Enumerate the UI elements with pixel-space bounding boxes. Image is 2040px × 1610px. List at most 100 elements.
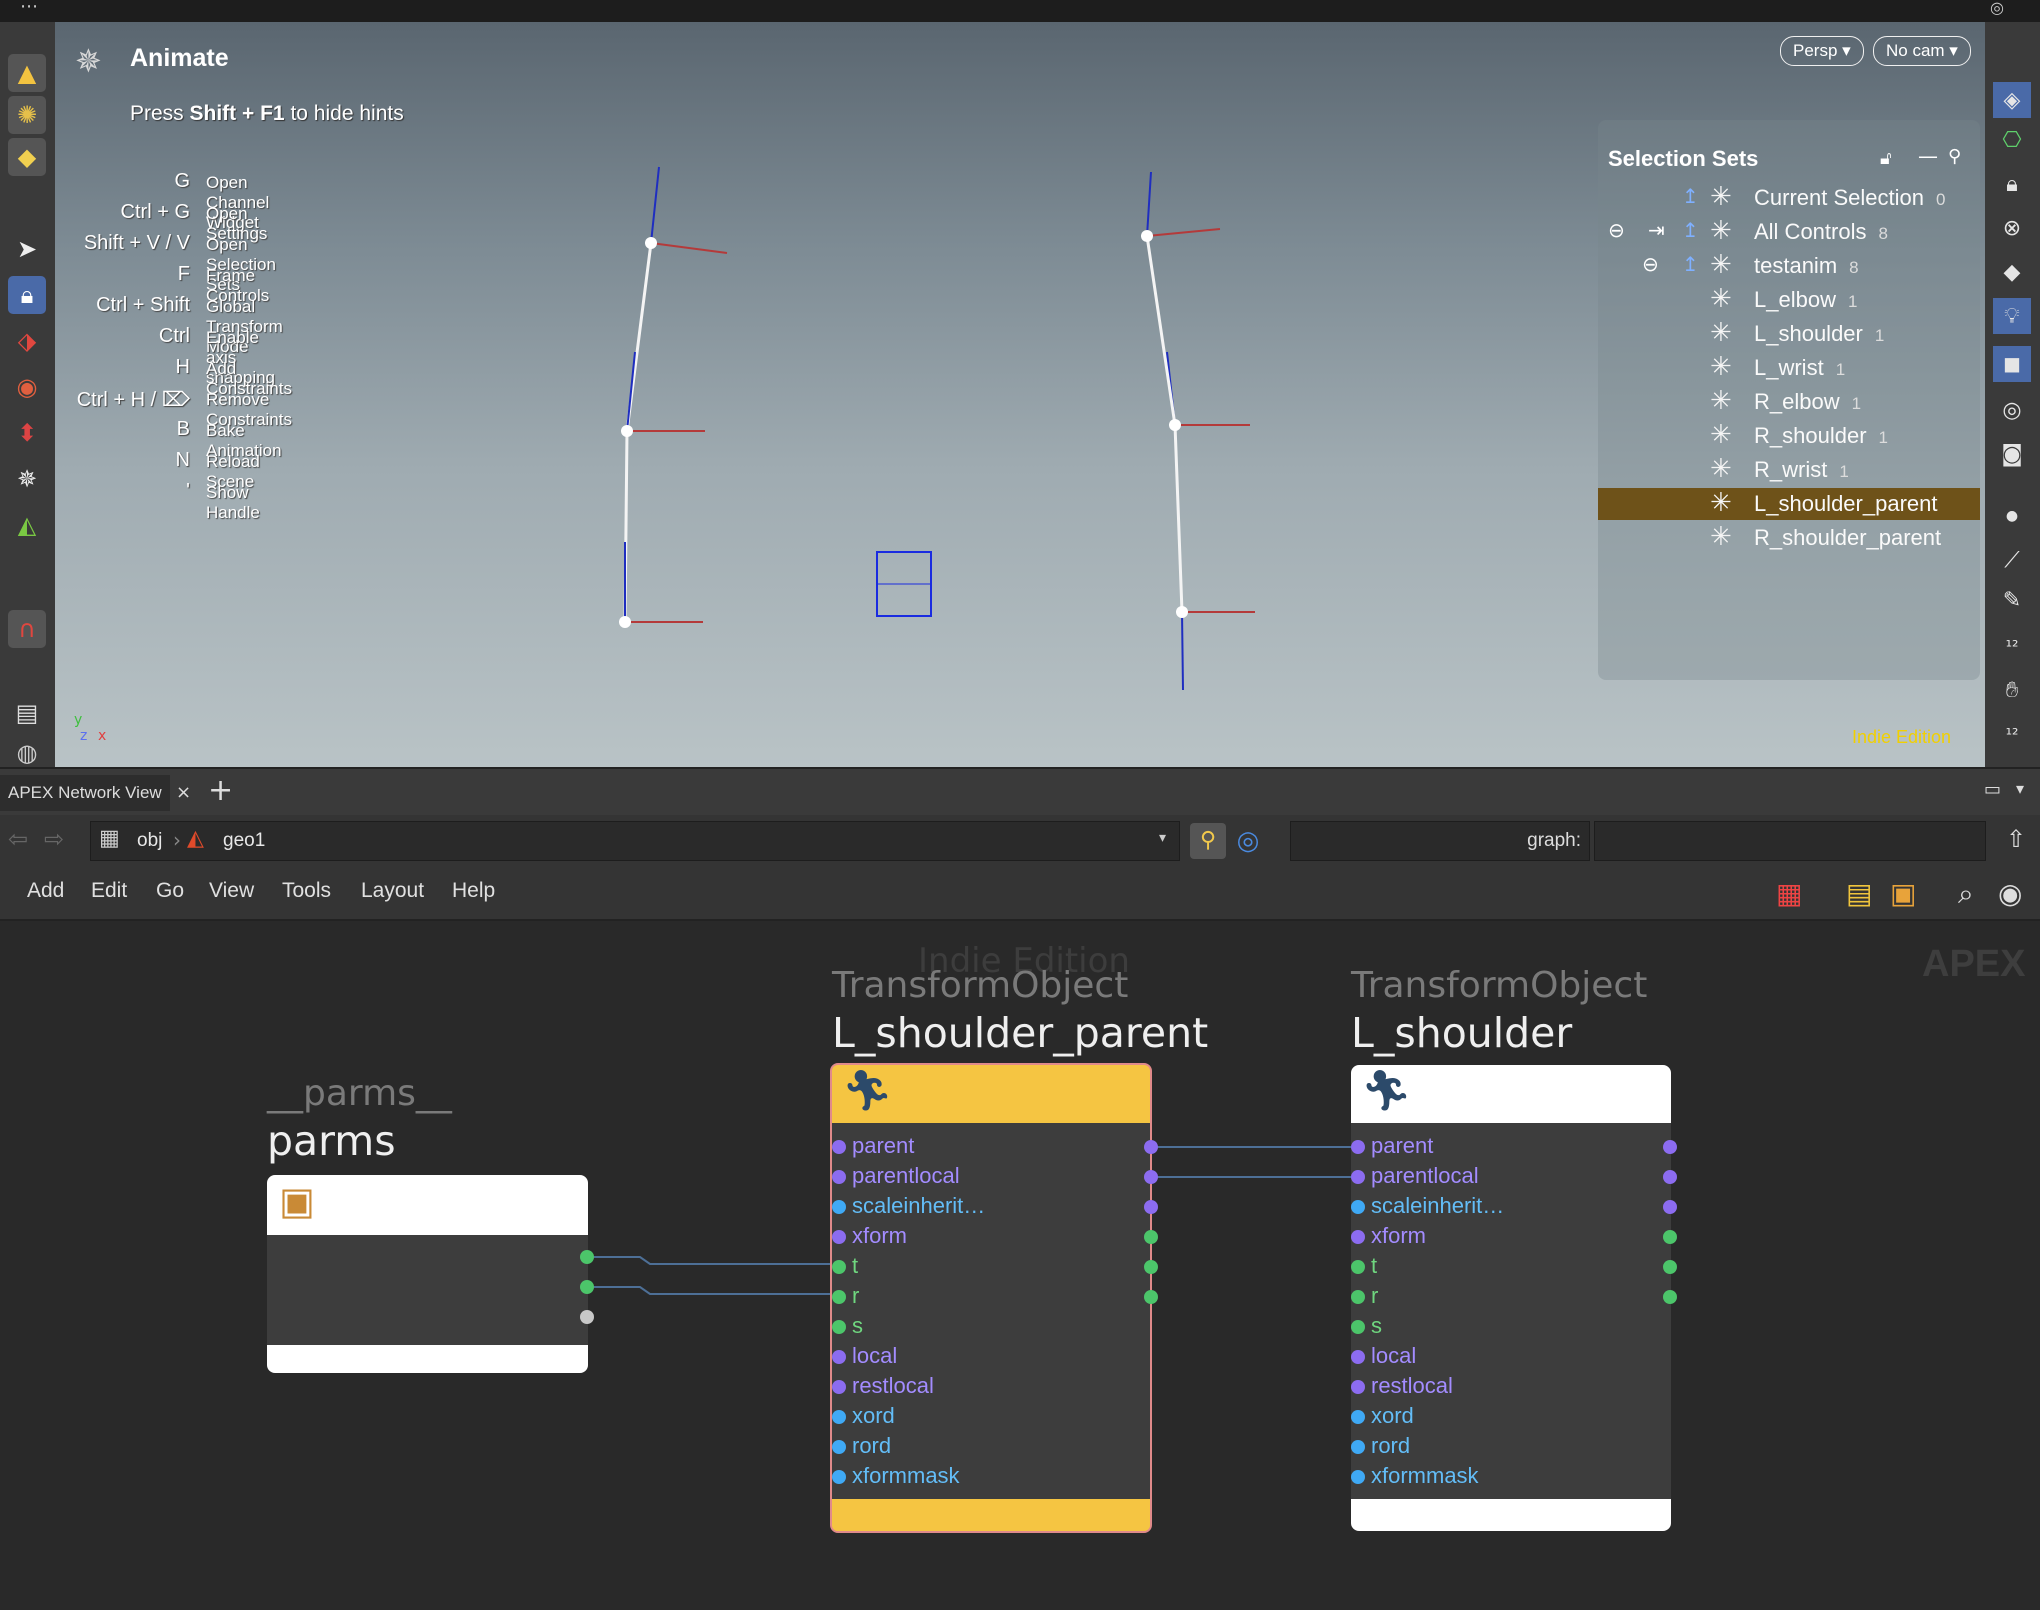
output-port[interactable] <box>1663 1170 1677 1184</box>
unlock-icon[interactable]: 🔓︎ <box>1880 148 1892 169</box>
output-port[interactable] <box>1663 1290 1677 1304</box>
input-port[interactable] <box>832 1230 846 1244</box>
points-mode-icon[interactable]: ✺ <box>8 96 46 134</box>
pen-icon[interactable]: ✎ <box>1993 582 2031 618</box>
layers-icon[interactable]: ▤ <box>8 694 46 732</box>
input-port[interactable] <box>1351 1320 1365 1334</box>
input-port[interactable] <box>1351 1350 1365 1364</box>
eye-icon[interactable]: ◉ <box>1998 877 2022 910</box>
input-port[interactable] <box>832 1440 846 1454</box>
camera-menu[interactable]: No cam ▾ <box>1873 36 1971 66</box>
display-icon[interactable]: ◍ <box>8 734 46 767</box>
output-port[interactable] <box>1144 1260 1158 1274</box>
menu-add[interactable]: Add <box>27 879 64 903</box>
input-port[interactable] <box>832 1320 846 1334</box>
input-port[interactable] <box>1351 1440 1365 1454</box>
input-port[interactable] <box>1351 1140 1365 1154</box>
input-port[interactable] <box>832 1470 846 1484</box>
output-port[interactable] <box>1144 1170 1158 1184</box>
grid-icon[interactable]: ▦ <box>1776 877 1802 910</box>
add-to-set-icon[interactable]: ↥ <box>1682 252 1699 276</box>
collapse-icon[interactable]: ⊖ <box>1608 218 1625 242</box>
magnet-icon[interactable]: ∩ <box>8 610 46 648</box>
selection-set-row[interactable]: ✳ L_shoulder 1 <box>1598 318 1980 350</box>
selection-set-row[interactable]: ✳ R_wrist 1 <box>1598 454 1980 486</box>
tab-apex-network-view[interactable]: APEX Network View <box>0 775 170 811</box>
input-port[interactable] <box>1351 1470 1365 1484</box>
selection-set-row[interactable]: ⊖ ↥ ✳ testanim 8 <box>1598 250 1980 282</box>
pin-set-icon[interactable]: ⇥ <box>1648 218 1665 242</box>
output-port[interactable] <box>1663 1230 1677 1244</box>
shading-icon[interactable]: ◼ <box>1993 346 2031 382</box>
view-icon[interactable]: ◈ <box>1993 82 2031 118</box>
apex-network-editor[interactable]: Indie Edition APEX __parms__ parms ▣ Tra… <box>0 921 2040 1610</box>
select-mode-icon[interactable]: ▲ <box>8 54 46 92</box>
add-to-set-icon[interactable]: ↥ <box>1682 218 1699 242</box>
snap-icon[interactable]: ◆ <box>1993 254 2031 290</box>
menu-go[interactable]: Go <box>156 879 184 903</box>
selection-set-row[interactable]: ✳ R_shoulder_parent <box>1598 522 1980 554</box>
input-port[interactable] <box>832 1140 846 1154</box>
scene-viewport[interactable]: ▲ ✺ ◆ ➤ 🔒︎ ⬗ ◉ ⬍ ✵ ◭ ∩ ▤ ◍ ◈ ⎔ 🔒︎ ⊗ ◆ 💡︎… <box>0 22 2040 767</box>
add-tab-icon[interactable]: + <box>208 771 233 811</box>
input-port[interactable] <box>1351 1410 1365 1424</box>
parms-node[interactable]: ▣ <box>267 1175 588 1373</box>
add-to-set-icon[interactable]: ↥ <box>1682 184 1699 208</box>
selection-set-row[interactable]: ✳ R_elbow 1 <box>1598 386 1980 418</box>
pin-pane-icon[interactable]: ⚲ <box>1190 823 1226 859</box>
selection-set-row[interactable]: ✳ L_wrist 1 <box>1598 352 1980 384</box>
menu-view[interactable]: View <box>209 879 254 903</box>
target-icon[interactable]: ◎ <box>1230 823 1266 859</box>
sticky-note-icon[interactable]: ▤ <box>1846 877 1872 910</box>
camera-icon[interactable]: ⎔ <box>1993 122 2031 158</box>
selection-set-row[interactable]: ✳ R_shoulder 1 <box>1598 420 1980 452</box>
back-icon[interactable]: ⇦ <box>8 825 28 853</box>
brush-icon[interactable]: ⟋ <box>1993 542 2031 578</box>
box-icon[interactable]: ▣ <box>1890 877 1916 910</box>
pane-menu-icon[interactable]: ▾ <box>2016 779 2024 798</box>
output-port[interactable] <box>1663 1260 1677 1274</box>
pin-icon[interactable]: ⚲ <box>1948 146 1961 167</box>
output-port[interactable] <box>1663 1200 1677 1214</box>
lock-view-icon[interactable]: 🔒︎ <box>1993 166 2031 202</box>
selection-set-row[interactable]: ✳ L_elbow 1 <box>1598 284 1980 316</box>
input-port[interactable] <box>1351 1200 1365 1214</box>
input-port[interactable] <box>1351 1380 1365 1394</box>
path-breadcrumb[interactable]: ▦ obj › ◭ geo1 ▾ <box>90 821 1180 861</box>
input-port[interactable] <box>832 1410 846 1424</box>
selection-set-row[interactable]: ↥ ✳ Current Selection 0 <box>1598 182 1980 214</box>
frame-12b-icon[interactable]: ¹² <box>1993 716 2031 752</box>
graph-field[interactable]: graph: <box>1290 821 1590 861</box>
hand-icon[interactable]: ✋︎ <box>1993 672 2031 708</box>
menu-help[interactable]: Help <box>452 879 495 903</box>
path-dropdown-icon[interactable]: ▾ <box>1159 830 1166 846</box>
selection-set-row[interactable]: ✳ L_shoulder_parent <box>1598 488 1980 520</box>
output-port[interactable] <box>580 1310 594 1324</box>
maximize-icon[interactable]: ▭ <box>1984 779 2001 800</box>
path-obj[interactable]: obj <box>137 830 162 852</box>
help-icon[interactable]: ◎ <box>1990 0 2004 17</box>
menu-layout[interactable]: Layout <box>361 879 424 903</box>
output-port[interactable] <box>1144 1290 1158 1304</box>
persp-menu[interactable]: Persp ▾ <box>1780 36 1864 66</box>
input-port[interactable] <box>1351 1260 1365 1274</box>
menu-tools[interactable]: Tools <box>282 879 331 903</box>
search-icon[interactable]: ⌕ <box>1958 877 1974 911</box>
output-port[interactable] <box>580 1250 594 1264</box>
output-port[interactable] <box>1144 1140 1158 1154</box>
path-geo[interactable]: geo1 <box>223 830 265 852</box>
input-port[interactable] <box>1351 1230 1365 1244</box>
camera-view-icon[interactable]: ◙ <box>1993 436 2031 472</box>
input-port[interactable] <box>832 1170 846 1184</box>
up-arrow-icon[interactable]: ⇧ <box>2006 825 2026 853</box>
pose-icon[interactable]: ◭ <box>8 506 46 544</box>
minimize-icon[interactable]: — <box>1918 144 1938 168</box>
frame-12-icon[interactable]: ¹² <box>1993 628 2031 664</box>
visibility-icon[interactable]: ◎ <box>1993 392 2031 428</box>
more-icon[interactable]: ⋯ <box>20 0 38 17</box>
output-port[interactable] <box>1144 1230 1158 1244</box>
input-port[interactable] <box>832 1350 846 1364</box>
input-port[interactable] <box>1351 1290 1365 1304</box>
input-port[interactable] <box>832 1290 846 1304</box>
output-port[interactable] <box>1663 1140 1677 1154</box>
